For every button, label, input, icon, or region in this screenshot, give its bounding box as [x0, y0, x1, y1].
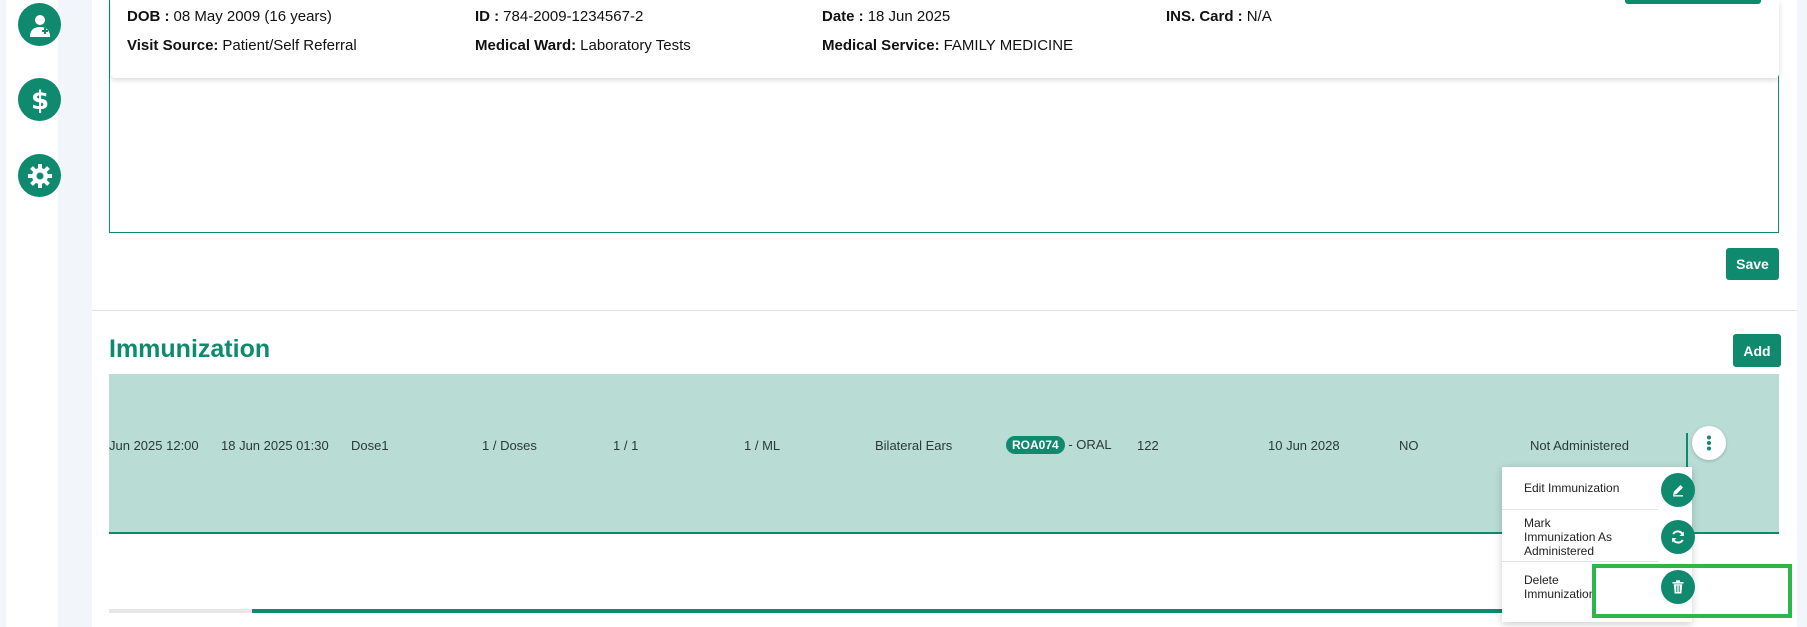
cell-route: ROA074 - ORAL: [1006, 436, 1112, 454]
cell-doses: 1 / Doses: [482, 438, 537, 453]
menu-separator: [1502, 509, 1658, 510]
row-actions-button[interactable]: [1692, 426, 1726, 460]
save-button[interactable]: Save: [1726, 248, 1779, 280]
cell-status: Not Administered: [1530, 438, 1629, 453]
cell-date-recorded: 18 Jun 2025 01:30: [221, 438, 329, 453]
cell-date-given: Jun 2025 12:00: [109, 438, 199, 453]
date-field: Date :18 Jun 2025: [822, 8, 951, 25]
route-name: - ORAL: [1068, 437, 1112, 452]
pencil-icon[interactable]: [1661, 473, 1695, 507]
doctor-icon[interactable]: [18, 3, 61, 46]
menu-separator: [1502, 561, 1658, 562]
cell-lot: 122: [1137, 438, 1159, 453]
immunization-title: Immunization: [109, 335, 271, 363]
dollar-icon[interactable]: $: [18, 78, 61, 121]
cell-flag: NO: [1399, 438, 1419, 453]
medical-ward-field: Medical Ward: Laboratory Tests: [475, 37, 691, 54]
dob-field: DOB :08 May 2009 (16 years): [127, 8, 332, 25]
cell-count: 1 / 1: [613, 438, 639, 453]
delete-highlight-box: [1592, 564, 1792, 618]
id-field: ID :784-2009-1234567-2: [475, 8, 644, 25]
section-divider: [92, 310, 1797, 311]
add-immunization-button[interactable]: Add: [1733, 334, 1781, 367]
visit-source-field: Visit Source: Patient/Self Referral: [127, 37, 357, 54]
side-rail: $: [6, 0, 61, 627]
route-code-badge: ROA074: [1006, 436, 1065, 454]
cell-dose: Dose1: [351, 438, 389, 453]
ins-card-field: INS. Card : N/A: [1166, 8, 1272, 25]
svg-text:$: $: [30, 86, 48, 115]
cell-expiry: 10 Jun 2028: [1268, 438, 1340, 453]
scrollbar-thumb[interactable]: [252, 609, 1602, 613]
header-action-button[interactable]: [1625, 0, 1761, 4]
cell-site: Bilateral Ears: [875, 438, 953, 453]
menu-item-edit[interactable]: Edit Immunization: [1502, 481, 1657, 495]
refresh-icon[interactable]: [1661, 520, 1695, 554]
kebab-icon: [1707, 435, 1711, 451]
cell-amount: 1 / ML: [744, 438, 781, 453]
gear-icon[interactable]: [18, 154, 61, 197]
patient-info-card: DOB :08 May 2009 (16 years) ID :784-2009…: [111, 0, 1779, 78]
medical-service-field: Medical Service: FAMILY MEDICINE: [822, 37, 1074, 54]
menu-item-mark-administered[interactable]: Mark Immunization As Administered: [1502, 516, 1622, 558]
